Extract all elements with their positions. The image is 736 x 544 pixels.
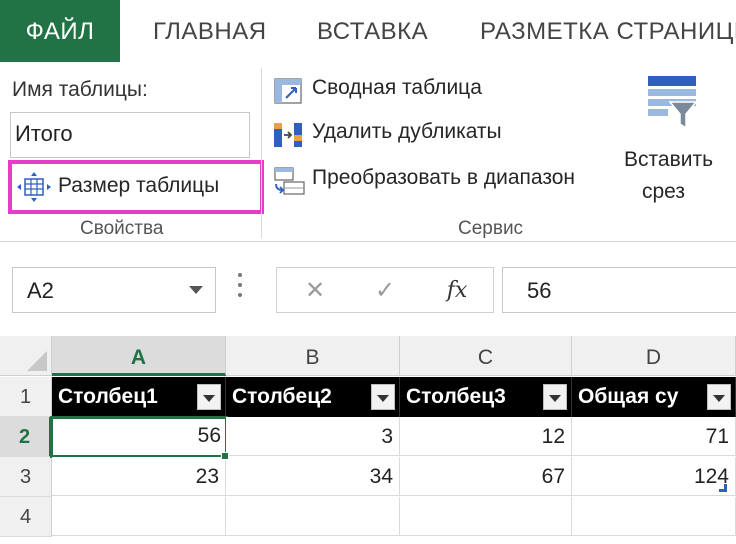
enter-icon[interactable]: ✓ bbox=[367, 274, 403, 308]
tab-home[interactable]: ГЛАВНАЯ bbox=[153, 0, 267, 62]
fill-handle[interactable] bbox=[221, 452, 229, 460]
tab-insert[interactable]: ВСТАВКА bbox=[317, 0, 428, 62]
resize-table-button[interactable]: Размер таблицы bbox=[8, 160, 264, 214]
row-header-4[interactable]: 4 bbox=[0, 497, 52, 537]
chevron-down-icon[interactable] bbox=[189, 286, 203, 294]
resize-table-label: Размер таблицы bbox=[58, 174, 220, 197]
insert-slicer-button[interactable]: Вставить срез bbox=[612, 72, 736, 212]
filter-dropdown-icon[interactable] bbox=[707, 384, 731, 410]
row-header-1[interactable]: 1 bbox=[0, 377, 52, 417]
table-header-cell[interactable]: Столбец1 bbox=[52, 377, 226, 417]
formula-input-value: 56 bbox=[527, 278, 552, 303]
cell-d4[interactable] bbox=[572, 497, 736, 536]
convert-to-range-icon bbox=[274, 167, 305, 195]
column-header-d[interactable]: D bbox=[572, 336, 736, 376]
slicer-icon bbox=[648, 76, 698, 130]
filter-dropdown-icon[interactable] bbox=[543, 384, 567, 410]
table-header-cell[interactable]: Общая су bbox=[572, 377, 736, 417]
table-header-text: Столбец1 bbox=[58, 385, 158, 408]
tab-page-layout[interactable]: РАЗМЕТКА СТРАНИЦЫ bbox=[480, 0, 736, 62]
ribbon-panel: Имя таблицы: Итого Размер таблицы Свойст… bbox=[0, 62, 736, 242]
column-header-c[interactable]: C bbox=[400, 336, 572, 376]
properties-group-label: Свойства bbox=[80, 218, 164, 239]
pivot-table-label: Сводная таблица bbox=[312, 76, 482, 99]
table-header-text: Столбец3 bbox=[406, 385, 506, 408]
cell-a3[interactable]: 23 bbox=[52, 457, 226, 496]
remove-duplicates-icon bbox=[274, 123, 302, 147]
filter-dropdown-icon[interactable] bbox=[371, 384, 395, 410]
tools-group-label: Сервис bbox=[458, 218, 524, 239]
table-header-text: Столбец2 bbox=[232, 385, 332, 408]
formula-buttons: ✕ ✓ fx bbox=[276, 267, 494, 313]
cell-b4[interactable] bbox=[226, 497, 400, 536]
ribbon-group-divider bbox=[261, 68, 262, 238]
tab-file[interactable]: ФАЙЛ bbox=[0, 0, 120, 62]
cell-c2[interactable]: 12 bbox=[400, 417, 572, 456]
formula-input[interactable]: 56 bbox=[502, 267, 736, 313]
select-all-icon bbox=[27, 351, 47, 371]
cell-c3[interactable]: 67 bbox=[400, 457, 572, 496]
table-name-input[interactable]: Итого bbox=[10, 112, 250, 158]
resize-table-icon bbox=[17, 172, 51, 202]
more-options-icon[interactable] bbox=[236, 273, 244, 305]
cancel-icon[interactable]: ✕ bbox=[297, 274, 333, 308]
table-resize-handle[interactable] bbox=[719, 484, 727, 492]
select-all-button[interactable] bbox=[0, 336, 52, 376]
row-header-2[interactable]: 2 bbox=[0, 417, 52, 457]
name-box[interactable]: A2 bbox=[12, 267, 216, 313]
cell-b2[interactable]: 3 bbox=[226, 417, 400, 456]
row-header-3[interactable]: 3 bbox=[0, 457, 52, 497]
cell-b3[interactable]: 34 bbox=[226, 457, 400, 496]
cell-d3[interactable]: 124 bbox=[572, 457, 736, 496]
cell-a4[interactable] bbox=[52, 497, 226, 536]
ribbon-tab-bar: ФАЙЛ ГЛАВНАЯ ВСТАВКА РАЗМЕТКА СТРАНИЦЫ bbox=[0, 0, 736, 62]
pivot-table-icon bbox=[274, 78, 302, 104]
table-header-text: Общая су bbox=[578, 385, 679, 408]
cell-c4[interactable] bbox=[400, 497, 572, 536]
remove-duplicates-label: Удалить дубликаты bbox=[312, 120, 502, 143]
name-box-value: A2 bbox=[27, 278, 54, 303]
formula-bar: A2 ✕ ✓ fx 56 bbox=[0, 243, 736, 335]
column-header-a[interactable]: A bbox=[52, 336, 226, 376]
table-header-cell[interactable]: Столбец2 bbox=[226, 377, 400, 417]
insert-slicer-label-line1: Вставить bbox=[624, 148, 714, 171]
convert-to-range-label: Преобразовать в диапазон bbox=[312, 166, 576, 189]
insert-function-icon[interactable]: fx bbox=[439, 274, 475, 308]
worksheet-grid: A B C D 1 2 3 4 Столбец1 Столбец2 Столбе… bbox=[0, 336, 736, 544]
table-name-label: Имя таблицы: bbox=[12, 78, 148, 101]
cell-a2-active[interactable]: 56 bbox=[50, 416, 228, 458]
table-header-cell[interactable]: Столбец3 bbox=[400, 377, 572, 417]
filter-dropdown-icon[interactable] bbox=[197, 384, 221, 410]
insert-slicer-label-line2: срез bbox=[642, 180, 686, 203]
cell-d2[interactable]: 71 bbox=[572, 417, 736, 456]
column-header-b[interactable]: B bbox=[226, 336, 400, 376]
